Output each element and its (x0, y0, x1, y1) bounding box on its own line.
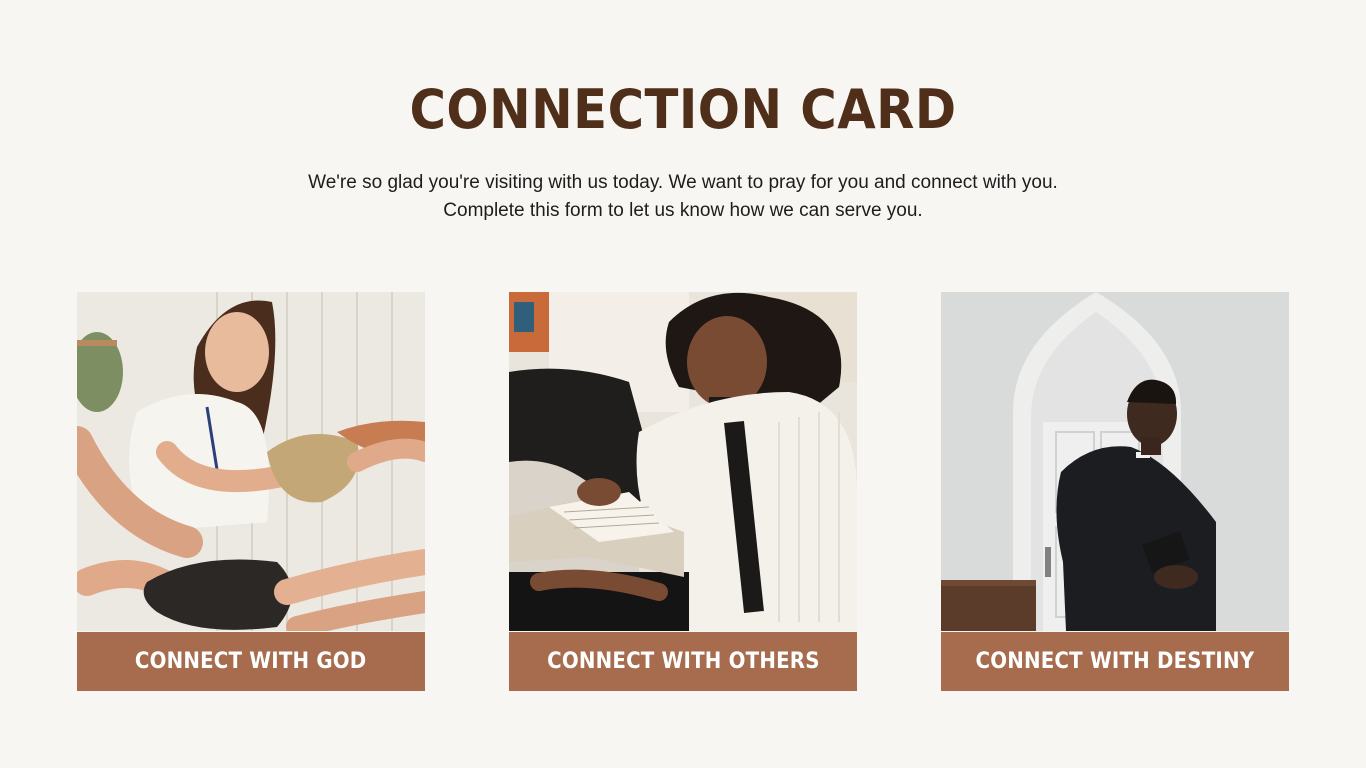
reading-photo (509, 292, 857, 631)
intro-line-2: Complete this form to let us know how we… (443, 200, 923, 221)
volunteer-photo (77, 292, 425, 631)
page-title: CONNECTION CARD (409, 78, 957, 141)
connect-with-god-card[interactable]: CONNECT WITH GOD (77, 292, 425, 691)
connect-with-destiny-text: CONNECT WITH DESTINY (975, 649, 1255, 674)
connect-with-destiny-label[interactable]: CONNECT WITH DESTINY (941, 632, 1289, 691)
volunteer-photo-illustration (77, 292, 425, 631)
connect-with-others-card[interactable]: CONNECT WITH OTHERS (509, 292, 857, 691)
pastor-photo-illustration (941, 292, 1289, 631)
intro-line-1: We're so glad you're visiting with us to… (308, 172, 1058, 193)
pastor-photo (941, 292, 1289, 631)
connect-with-god-label[interactable]: CONNECT WITH GOD (77, 632, 425, 691)
connect-with-others-text: CONNECT WITH OTHERS (546, 649, 820, 674)
intro-text: We're so glad you're visiting with us to… (0, 169, 1366, 225)
connect-with-god-text: CONNECT WITH GOD (135, 649, 367, 674)
connect-with-others-label[interactable]: CONNECT WITH OTHERS (509, 632, 857, 691)
reading-photo-illustration (509, 292, 857, 631)
connect-with-destiny-card[interactable]: CONNECT WITH DESTINY (941, 292, 1289, 691)
